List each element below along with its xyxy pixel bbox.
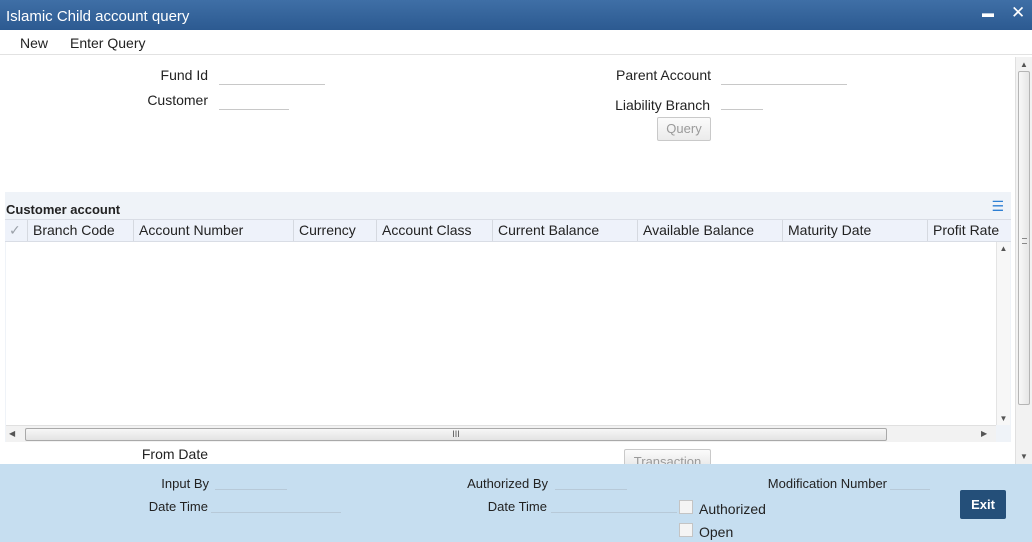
modification-number-label: Modification Number [767, 476, 887, 491]
grid-horizontal-scrollbar[interactable]: ◀ III ▶ [6, 425, 996, 442]
select-all-checkbox[interactable]: ✓ [5, 220, 28, 241]
parent-account-label: Parent Account [616, 67, 711, 83]
authorized-by-field [555, 476, 627, 490]
column-header[interactable]: Profit Rate [928, 220, 1011, 241]
grid-body [6, 242, 996, 425]
modification-number-field [890, 476, 930, 490]
column-header[interactable]: Available Balance [638, 220, 783, 241]
scrollbar-thumb[interactable] [1018, 71, 1030, 405]
date-time-label: Date Time [148, 499, 208, 514]
authorized-checkbox[interactable] [679, 500, 693, 514]
scroll-up-icon[interactable]: ▲ [997, 244, 1010, 253]
liability-branch-label: Liability Branch [615, 97, 710, 113]
fund-id-input[interactable] [219, 71, 325, 85]
transaction-button[interactable]: Transaction [624, 449, 711, 464]
authorized-label: Authorized [699, 501, 766, 517]
input-by-label: Input By [161, 476, 209, 491]
customer-input[interactable] [219, 96, 289, 110]
audit-footer: Input By Date Time Authorized By Date Ti… [0, 464, 1032, 542]
column-header[interactable]: Branch Code [28, 220, 134, 241]
customer-label: Customer [147, 92, 208, 108]
customer-account-section: Customer account ☰ ✓ Branch Code Account… [5, 192, 1011, 442]
open-label: Open [699, 524, 734, 540]
column-header[interactable]: Account Class [377, 220, 493, 241]
main-vertical-scrollbar[interactable]: ▲ ▼ [1015, 57, 1032, 464]
parent-account-input[interactable] [721, 71, 847, 85]
authorized-by-label: Authorized By [467, 476, 548, 491]
scroll-right-icon[interactable]: ▶ [981, 429, 987, 438]
exit-button[interactable]: Exit [960, 490, 1006, 519]
date-time-field [211, 499, 341, 513]
grid-vertical-scrollbar[interactable]: ▲ ▼ [996, 242, 1010, 425]
input-by-field [215, 476, 287, 490]
date-time-label-2: Date Time [487, 499, 547, 514]
window-title-bar: Islamic Child account query ▬ ✕ [0, 0, 1032, 30]
from-date-label: From Date [141, 446, 208, 462]
scroll-left-icon[interactable]: ◀ [9, 429, 15, 438]
grid-header: ✓ Branch Code Account Number Currency Ac… [5, 219, 1011, 242]
scroll-down-icon[interactable]: ▼ [997, 414, 1010, 423]
close-icon[interactable]: ✕ [1011, 3, 1025, 23]
open-checkbox[interactable] [679, 523, 693, 537]
scroll-up-icon[interactable]: ▲ [1016, 60, 1032, 69]
column-header[interactable]: Maturity Date [783, 220, 928, 241]
menu-new[interactable]: New [20, 35, 48, 51]
minimize-icon[interactable]: ▬ [982, 6, 994, 20]
column-header[interactable]: Current Balance [493, 220, 638, 241]
list-view-icon[interactable]: ☰ [991, 198, 1004, 215]
window-title: Islamic Child account query [6, 8, 190, 25]
scroll-down-icon[interactable]: ▼ [1016, 452, 1032, 461]
column-header[interactable]: Account Number [134, 220, 294, 241]
menu-enter-query[interactable]: Enter Query [70, 35, 145, 51]
fund-id-label: Fund Id [160, 67, 208, 83]
menu-bar: New Enter Query [0, 30, 1032, 55]
liability-branch-input[interactable] [721, 96, 763, 110]
date-time-field-2 [551, 499, 677, 513]
column-header[interactable]: Currency [294, 220, 377, 241]
scrollbar-thumb[interactable]: III [25, 428, 887, 441]
section-title: Customer account [6, 202, 121, 217]
query-button[interactable]: Query [657, 117, 711, 141]
